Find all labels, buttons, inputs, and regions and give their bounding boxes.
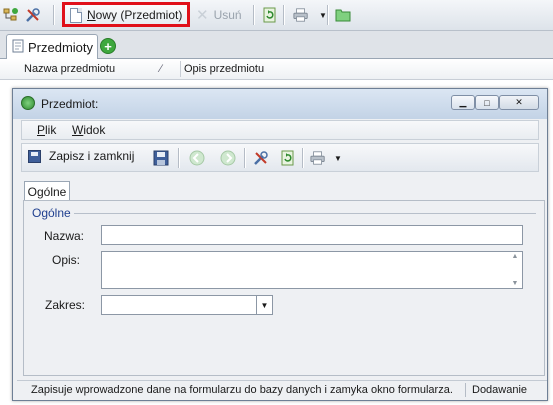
maximize-icon: □	[484, 97, 490, 108]
opis-textarea[interactable]: ▲ ▼	[101, 251, 523, 289]
maximize-button[interactable]: □	[475, 95, 499, 110]
toolbar-separator	[178, 148, 180, 168]
print-dropdown-chevron-down-icon[interactable]: ▼	[330, 150, 346, 166]
toolbar-separator	[327, 5, 329, 25]
subject-dialog: Przedmiot: ▁ □ ✕ Plik Widok Zapisz i zam…	[12, 88, 548, 401]
nazwa-label: Nazwa:	[44, 229, 85, 243]
scroll-up-icon: ▲	[511, 253, 519, 260]
grid-header: Nazwa przedmiotu ∕ Opis przedmiotu	[0, 59, 553, 80]
back-icon[interactable]	[189, 150, 205, 166]
column-divider[interactable]	[180, 61, 181, 77]
group-divider	[74, 213, 536, 214]
nazwa-input[interactable]	[101, 225, 523, 245]
tree-add-icon[interactable]	[3, 7, 19, 23]
tab-ogolne[interactable]: Ogólne	[24, 181, 70, 201]
new-subject-label: Nowy (Przedmiot)	[87, 7, 183, 22]
opis-label: Opis:	[52, 253, 81, 267]
close-button[interactable]: ✕	[499, 95, 539, 110]
refresh-icon[interactable]	[262, 7, 278, 23]
save-and-close-label: Zapisz i zamknij	[49, 149, 135, 163]
new-subject-button[interactable]: Nowy (Przedmiot)	[62, 2, 190, 27]
scroll-down-icon: ▼	[511, 280, 519, 287]
minimize-icon: ▁	[459, 97, 467, 107]
dialog-title: Przedmiot:	[41, 97, 99, 111]
status-text: Zapisuje wprowadzone dane na formularzu …	[31, 384, 453, 396]
forward-icon[interactable]	[220, 150, 236, 166]
tools-icon[interactable]	[25, 7, 41, 23]
document-icon	[12, 39, 24, 56]
toolbar-separator	[283, 5, 285, 25]
content-panel: Ogólne Nazwa: Opis: ▲ ▼ Zakres: ▼	[23, 200, 545, 376]
save-and-close-button[interactable]: Zapisz i zamknij	[28, 149, 134, 163]
chevron-down-icon[interactable]: ▼	[256, 296, 272, 314]
zakres-select[interactable]: ▼	[101, 295, 273, 315]
column-header-opis[interactable]: Opis przedmiotu	[184, 63, 264, 75]
status-mode: Dodawanie	[472, 384, 528, 396]
dialog-menubar: Plik Widok	[21, 120, 539, 140]
plus-icon: +	[104, 38, 112, 54]
new-document-icon	[70, 8, 82, 23]
opis-scrollbar[interactable]: ▲ ▼	[509, 253, 521, 287]
tab-strip: Przedmioty +	[0, 31, 553, 59]
menu-plik[interactable]: Plik	[37, 123, 56, 137]
app-icon	[21, 96, 35, 110]
toolbar-separator	[253, 5, 255, 25]
save-icon[interactable]	[153, 150, 169, 166]
tab-label: Przedmioty	[28, 39, 94, 55]
print-icon[interactable]	[310, 150, 326, 166]
refresh-icon[interactable]	[280, 150, 296, 166]
zakres-label: Zakres:	[45, 298, 86, 312]
delete-label: Usuń	[213, 8, 242, 22]
dialog-toolbar: Zapisz i zamknij ▼	[21, 143, 539, 172]
print-icon[interactable]	[293, 7, 309, 23]
toolbar-separator	[53, 5, 55, 25]
toolbar-separator	[244, 148, 246, 168]
group-title: Ogólne	[32, 206, 71, 220]
tab-przedmioty[interactable]: Przedmioty	[6, 34, 98, 59]
column-header-nazwa[interactable]: Nazwa przedmiotu	[24, 63, 115, 75]
menu-widok[interactable]: Widok	[72, 123, 105, 137]
delete-button[interactable]: ✕ Usuń	[196, 6, 242, 24]
add-tab-button[interactable]: +	[100, 38, 116, 54]
tab-label: Ogólne	[27, 184, 67, 199]
minimize-button[interactable]: ▁	[451, 95, 475, 110]
status-bar: Zapisuje wprowadzone dane na formularzu …	[17, 380, 547, 400]
toolbar-separator	[302, 148, 304, 168]
folder-icon[interactable]	[335, 7, 351, 23]
close-icon: ✕	[515, 97, 523, 107]
delete-icon: ✕	[196, 7, 209, 24]
dialog-titlebar[interactable]: Przedmiot: ▁ □ ✕	[13, 89, 547, 119]
tools-icon[interactable]	[253, 150, 269, 166]
main-toolbar: Nowy (Przedmiot) ✕ Usuń ▼	[0, 0, 553, 31]
save-icon	[28, 149, 41, 163]
column-sort-icon: ∕	[160, 63, 162, 75]
status-divider	[465, 383, 466, 397]
